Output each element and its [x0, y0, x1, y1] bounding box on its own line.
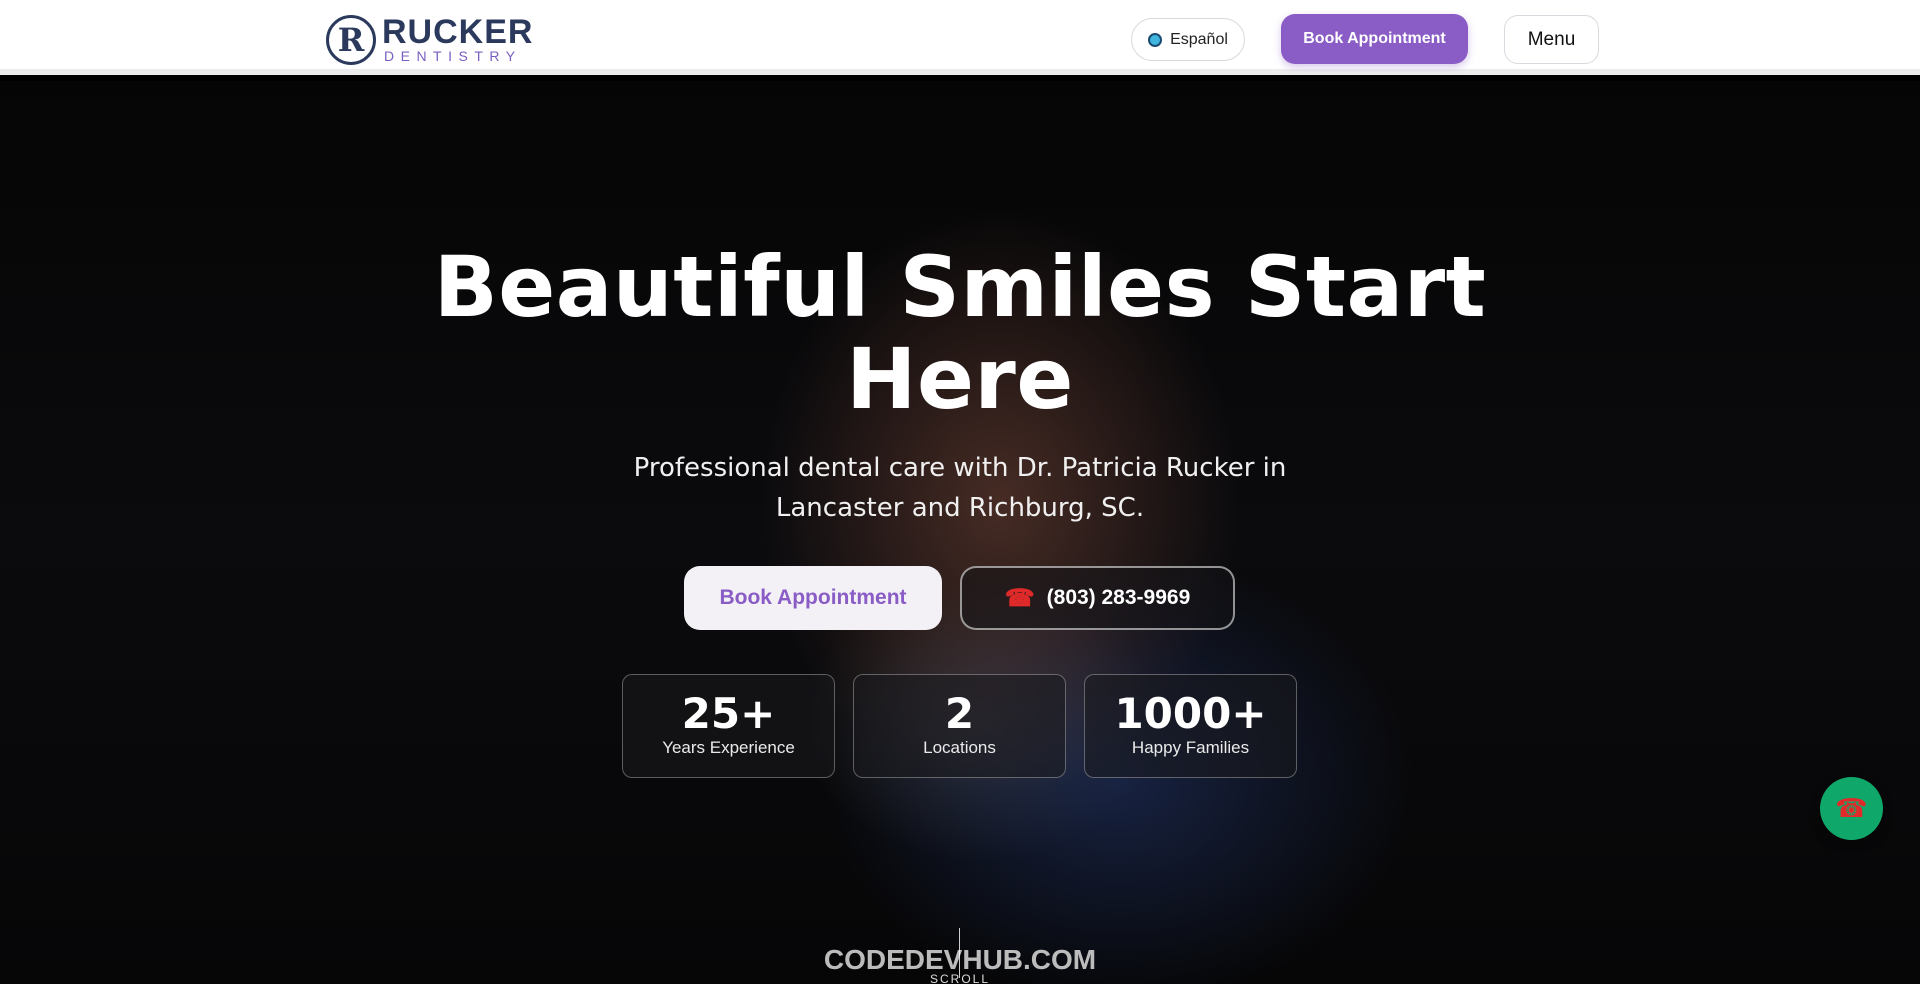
stat-label: Years Experience	[662, 738, 795, 757]
logo-subtitle: DENTISTRY	[384, 48, 522, 64]
globe-icon	[1148, 32, 1163, 47]
logo[interactable]: R RUCKER DENTISTRY	[326, 14, 533, 66]
stat-label: Happy Families	[1131, 738, 1250, 757]
stat-card-experience: 25+ Years Experience	[622, 674, 835, 778]
logo-name: RUCKER	[382, 13, 534, 51]
phone-icon: ☎	[1835, 793, 1868, 824]
scroll-indicator-label[interactable]: SCROLL	[910, 972, 1010, 984]
language-toggle-button[interactable]: Español	[1131, 18, 1245, 61]
language-label: Español	[1170, 30, 1228, 48]
phone-number: (803) 283-9969	[1046, 586, 1191, 609]
stat-card-locations: 2 Locations	[853, 674, 1066, 778]
hero-subtitle: Professional dental care with Dr. Patric…	[560, 448, 1360, 528]
hero-section: Beautiful Smiles Start Here Professional…	[0, 81, 1920, 984]
hero-subtitle-line-2: Lancaster and Richburg, SC.	[775, 493, 1145, 523]
stat-value: 25+	[681, 689, 776, 738]
site-header: R RUCKER DENTISTRY Español Book Appointm…	[0, 0, 1920, 75]
hero-title: Beautiful Smiles Start Here	[360, 241, 1560, 425]
hero-phone-button[interactable]: ☎ (803) 283-9969	[960, 566, 1235, 630]
menu-button[interactable]: Menu	[1504, 15, 1599, 64]
stat-value: 2	[944, 689, 975, 738]
hero-book-appointment-button[interactable]: Book Appointment	[684, 566, 942, 630]
hero-title-line-2: Here	[846, 330, 1074, 428]
stat-label: Locations	[923, 738, 996, 757]
scroll-indicator-line	[959, 928, 960, 978]
logo-mark-icon: R	[326, 15, 376, 65]
phone-icon: ☎	[1004, 584, 1035, 612]
hero-subtitle-line-1: Professional dental care with Dr. Patric…	[633, 453, 1287, 483]
header-book-appointment-button[interactable]: Book Appointment	[1281, 14, 1468, 64]
stat-card-families: 1000+ Happy Families	[1084, 674, 1297, 778]
stat-value: 1000+	[1114, 689, 1267, 738]
hero-title-line-1: Beautiful Smiles Start	[433, 238, 1487, 336]
floating-call-button[interactable]: ☎	[1820, 777, 1883, 840]
